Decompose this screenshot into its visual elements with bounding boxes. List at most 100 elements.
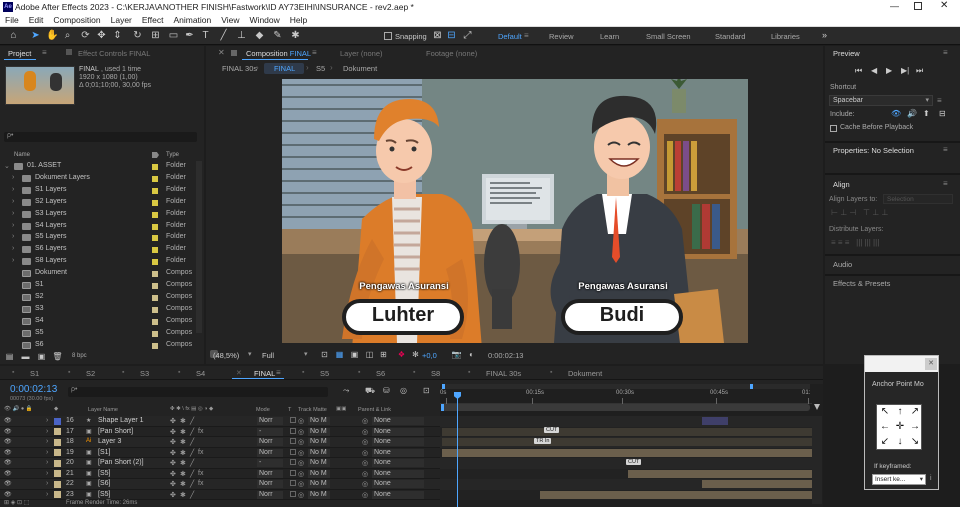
timeline-tab[interactable]: S8 — [431, 369, 440, 378]
anchor-arrow-icon[interactable]: ✛ — [894, 421, 906, 432]
tab-close-icon[interactable]: ▪ — [68, 369, 70, 376]
tab-layer[interactable]: Layer (none) — [340, 49, 383, 58]
timeline-tab[interactable]: S3 — [140, 369, 149, 378]
last-frame-icon[interactable]: ⏭ — [916, 66, 923, 76]
time-navigator-bar[interactable] — [442, 404, 810, 411]
label-color-swatch[interactable] — [152, 330, 158, 337]
visibility-icon[interactable]: 👁 — [4, 449, 12, 456]
label-color-swatch[interactable] — [152, 306, 158, 313]
selection-tool-icon[interactable]: ➤ — [30, 30, 41, 41]
layer-label-swatch[interactable] — [54, 480, 61, 488]
breadcrumb-s5[interactable]: S5 — [316, 64, 325, 73]
timeline-tab[interactable]: Dokument — [568, 369, 602, 378]
project-item[interactable]: S6 Compos — [0, 340, 196, 350]
project-item[interactable]: S5 Compos — [0, 328, 196, 340]
project-item[interactable]: › S1 Layers Folder — [0, 185, 196, 197]
track-matte-pickwhip-icon[interactable]: ◎ — [298, 480, 304, 488]
effects-switch-icon[interactable]: fx — [198, 428, 203, 435]
quality-switch-icon[interactable]: ╱ — [190, 491, 194, 499]
menu-edit[interactable]: Edit — [24, 14, 49, 25]
parent-dropdown[interactable]: None — [372, 459, 424, 467]
resolution-dropdown[interactable]: Full — [262, 351, 274, 360]
project-item[interactable]: › S5 Layers Folder — [0, 232, 196, 244]
first-frame-icon[interactable]: ⏮ — [855, 66, 862, 76]
orbit-tool-icon[interactable]: ⟳ — [80, 30, 91, 41]
play-icon[interactable]: ▶ — [886, 66, 892, 75]
layer-name[interactable]: [S5] — [98, 470, 110, 477]
insert-keyframe-dropdown[interactable]: Insert ke... ▾ — [872, 474, 926, 485]
expand-chevron-icon[interactable]: › — [46, 417, 48, 424]
project-item[interactable]: Dokument Compos — [0, 268, 196, 280]
layer-label-swatch[interactable] — [54, 428, 61, 435]
timeline-tab[interactable]: S6 — [376, 369, 385, 378]
menu-file[interactable]: File — [0, 14, 24, 25]
exposure-reset-icon[interactable]: ✻ — [410, 349, 421, 360]
label-color-swatch[interactable] — [152, 175, 158, 182]
parent-dropdown[interactable]: None — [372, 469, 424, 478]
new-folder-icon[interactable]: ▬ — [20, 351, 31, 362]
shy-switch-icon[interactable]: ✤ — [170, 428, 176, 436]
tab-close-icon[interactable]: ▪ — [122, 369, 124, 376]
breadcrumb-final-30s[interactable]: FINAL 30s — [222, 64, 257, 73]
tab-close-icon[interactable]: ▪ — [302, 369, 304, 376]
layer-duration-bar[interactable] — [628, 469, 812, 478]
layer-duration-bar[interactable] — [540, 490, 812, 499]
layer-name[interactable]: Shape Layer 1 — [98, 417, 144, 424]
parent-dropdown[interactable]: None — [372, 438, 424, 446]
disclosure-chevron-icon[interactable]: › — [12, 257, 14, 264]
workspace-menu-icon[interactable]: ≡ — [524, 31, 529, 40]
layer-duration-bar[interactable] — [442, 427, 812, 436]
breadcrumb-dokument[interactable]: Dokument — [343, 64, 377, 73]
region-of-interest-icon[interactable]: ◫ — [364, 349, 375, 360]
layer-name[interactable]: [S1] — [98, 449, 110, 456]
layer-name[interactable]: [Pan Short (2)] — [98, 459, 144, 466]
tab-project[interactable]: Project — [8, 49, 31, 58]
timeline-search-input[interactable]: ρ• — [68, 386, 328, 397]
pen-tool-icon[interactable]: ✒ — [184, 30, 195, 41]
layer-row[interactable]: 👁 › 18 Ai Layer 3 ✤ ✱ ╱ Norr ◎ No M ◎ None — [0, 437, 440, 448]
pan-behind-tool-icon[interactable]: ⊞ — [150, 30, 161, 41]
menu-help[interactable]: Help — [285, 14, 312, 25]
anchor-arrow-icon[interactable]: ↗ — [909, 406, 921, 417]
mode-dropdown[interactable]: Norr — [257, 490, 283, 499]
shy-switch-icon[interactable]: ✤ — [170, 470, 176, 478]
tab-composition[interactable]: Composition FINAL — [246, 49, 311, 58]
tab-audio[interactable]: Audio — [833, 260, 852, 269]
layer-marker[interactable]: CUT — [626, 458, 642, 465]
quality-switch-icon[interactable]: ╱ — [190, 438, 194, 446]
collapse-switch-icon[interactable]: ✱ — [180, 449, 186, 457]
work-area-end[interactable] — [750, 384, 753, 389]
project-item[interactable]: S1 Compos — [0, 280, 196, 292]
workspace-learn[interactable]: Learn — [600, 32, 619, 41]
align-menu-icon[interactable]: ≡ — [943, 179, 948, 188]
disclosure-chevron-icon[interactable]: › — [12, 174, 14, 181]
minimize-icon[interactable]: — — [890, 1, 900, 11]
label-color-swatch[interactable] — [152, 259, 158, 266]
current-time-indicator[interactable] — [457, 392, 458, 507]
layer-row[interactable]: 👁 › 17 ▣ [Pan Short] ✤ ✱ ╱ fx - ◎ No M ◎ None — [0, 426, 440, 437]
layer-name[interactable]: [Pan Short] — [98, 428, 133, 435]
layer-row[interactable]: 👁 › 22 ▣ [S6] ✤ ✱ ╱ fx Norr ◎ No M ◎ None — [0, 479, 440, 490]
disclosure-chevron-icon[interactable]: › — [12, 222, 14, 229]
maximize-icon[interactable] — [914, 2, 922, 10]
quality-switch-icon[interactable]: ╱ — [190, 470, 194, 478]
quality-switch-icon[interactable]: ╱ — [190, 417, 194, 425]
layer-label-swatch[interactable] — [54, 470, 61, 477]
visibility-icon[interactable]: 👁 — [4, 470, 12, 477]
info-icon[interactable]: i — [930, 475, 932, 482]
workspace-review[interactable]: Review — [549, 32, 574, 41]
track-matte-dropdown[interactable]: No M — [308, 417, 330, 425]
brush-tool-icon[interactable]: ╱ — [218, 30, 229, 41]
collapse-switch-icon[interactable]: ✱ — [180, 428, 186, 436]
snap-options-icon[interactable]: ⊠ — [432, 30, 443, 41]
tab-effect-controls[interactable]: Effect Controls FINAL — [78, 49, 150, 58]
eraser-tool-icon[interactable]: ◆ — [254, 30, 265, 41]
transparency-grid-icon[interactable]: ▦ — [334, 349, 345, 360]
include-audio-icon[interactable]: 🔊 — [907, 109, 917, 118]
mode-dropdown[interactable]: Norr — [257, 448, 283, 457]
snap-extend-icon[interactable]: ⤢ — [462, 30, 473, 41]
puppet-tool-icon[interactable]: ✱ — [290, 30, 301, 41]
track-matte-pickwhip-icon[interactable]: ◎ — [298, 491, 304, 499]
visibility-icon[interactable]: 👁 — [4, 417, 12, 424]
column-name[interactable]: Name — [14, 152, 30, 158]
